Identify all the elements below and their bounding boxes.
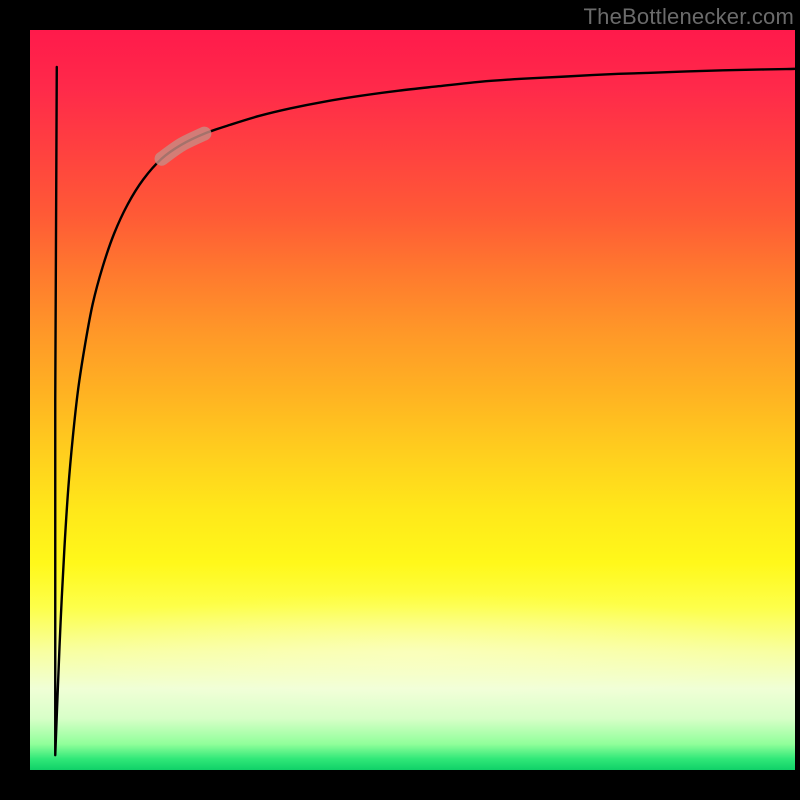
watermark-text: TheBottlenecker.com — [584, 4, 794, 30]
curve-path — [55, 67, 795, 755]
curve-layer — [30, 30, 795, 770]
chart-stage: TheBottlenecker.com — [0, 0, 800, 800]
curve-highlight — [162, 134, 205, 159]
